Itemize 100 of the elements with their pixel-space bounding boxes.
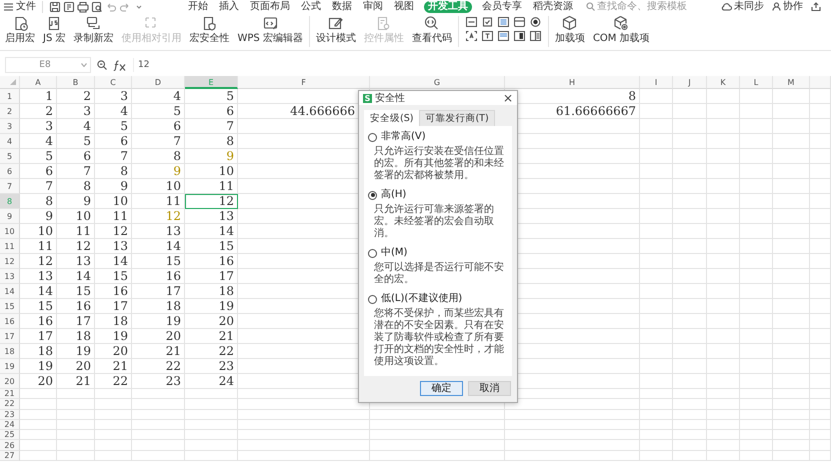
empty-cell[interactable] [673,149,707,164]
table-cell[interactable]: 5 [185,89,238,104]
column-header[interactable] [810,76,831,89]
share-icon[interactable] [811,2,821,11]
empty-cell[interactable] [640,359,673,374]
empty-cell[interactable] [673,269,707,284]
row-header[interactable]: 12 [0,254,20,269]
empty-cell[interactable] [810,314,831,329]
ok-button[interactable]: 确定 [420,381,463,396]
empty-cell[interactable] [57,450,95,462]
empty-cell[interactable] [740,314,773,329]
row-header[interactable]: 4 [0,134,20,149]
empty-cell[interactable] [95,410,132,420]
text-box-icon[interactable] [482,31,493,41]
empty-cell[interactable] [707,194,740,209]
empty-cell[interactable] [773,164,810,179]
empty-cell[interactable] [740,134,773,149]
ribbon-button[interactable]: 启用宏 [2,14,38,46]
empty-cell[interactable] [57,399,95,410]
print-icon[interactable] [77,0,89,12]
table-cell[interactable]: 16 [20,314,57,329]
empty-cell[interactable] [810,344,831,359]
empty-cell[interactable] [740,179,773,194]
empty-cell[interactable] [773,410,810,420]
empty-cell[interactable] [740,164,773,179]
column-header[interactable]: M [773,76,810,89]
table-cell[interactable]: 12 [95,224,132,239]
table-cell[interactable]: 8 [185,134,238,149]
table-cell[interactable]: 8 [20,194,57,209]
empty-cell[interactable] [505,440,640,451]
table-cell[interactable]: 10 [132,179,185,194]
empty-cell[interactable] [707,314,740,329]
table-cell[interactable]: 10 [20,224,57,239]
search-field[interactable]: 查找命令、搜索模板 [586,0,698,12]
empty-cell[interactable] [95,440,132,451]
empty-cell[interactable] [640,254,673,269]
empty-cell[interactable] [95,399,132,410]
radio-option[interactable]: 高(H) [368,189,508,201]
empty-cell[interactable] [370,410,505,420]
table-cell[interactable]: 10 [185,164,238,179]
table-cell[interactable]: 23 [185,359,238,374]
empty-cell[interactable] [185,399,238,410]
table-cell[interactable]: 9 [57,194,95,209]
empty-cell[interactable] [238,410,370,420]
empty-cell[interactable] [810,359,831,374]
empty-cell[interactable] [773,89,810,104]
empty-cell[interactable] [640,450,673,462]
empty-cell[interactable] [707,329,740,344]
empty-cell[interactable] [673,164,707,179]
table-cell[interactable]: 5 [20,149,57,164]
table-cell[interactable]: 14 [95,254,132,269]
empty-cell[interactable] [640,164,673,179]
table-cell[interactable]: 19 [132,314,185,329]
empty-cell[interactable] [640,299,673,314]
table-cell[interactable]: 21 [132,344,185,359]
table-cell[interactable]: 13 [132,224,185,239]
empty-cell[interactable] [707,209,740,224]
empty-cell[interactable] [740,239,773,254]
empty-cell[interactable] [740,389,773,400]
empty-cell[interactable] [773,420,810,430]
empty-cell[interactable] [707,89,740,104]
empty-cell[interactable] [773,269,810,284]
table-cell[interactable]: 11 [95,209,132,224]
empty-cell[interactable] [640,119,673,134]
ribbon-tab[interactable]: 会员专享 [481,0,523,12]
empty-cell[interactable] [707,254,740,269]
table-cell[interactable]: 18 [132,299,185,314]
table-cell[interactable]: 18 [20,344,57,359]
row-header[interactable]: 10 [0,224,20,239]
row-header[interactable]: 6 [0,164,20,179]
column-header[interactable]: I [640,76,673,89]
table-cell[interactable]: 20 [95,344,132,359]
empty-cell[interactable] [810,440,831,451]
row-header[interactable]: 26 [0,440,20,451]
empty-cell[interactable] [707,410,740,420]
label-icon[interactable] [466,31,477,41]
empty-cell[interactable] [773,344,810,359]
empty-cell[interactable] [505,430,640,440]
table-cell[interactable]: 4 [20,134,57,149]
empty-cell[interactable] [640,430,673,440]
table-cell[interactable]: 17 [95,299,132,314]
empty-cell[interactable] [707,149,740,164]
empty-cell[interactable] [707,284,740,299]
empty-cell[interactable] [740,269,773,284]
close-button[interactable]: × [502,92,513,104]
empty-cell[interactable] [773,224,810,239]
row-header[interactable]: 18 [0,344,20,359]
table-cell[interactable]: 14 [57,269,95,284]
empty-cell[interactable] [640,389,673,400]
empty-cell[interactable] [740,119,773,134]
text-field-icon[interactable] [466,17,477,27]
empty-cell[interactable] [810,374,831,389]
empty-cell[interactable] [810,299,831,314]
table-cell[interactable]: 14 [132,239,185,254]
empty-cell[interactable] [640,134,673,149]
column-header[interactable]: C [95,76,132,89]
empty-cell[interactable] [707,359,740,374]
table-cell[interactable]: 5 [132,104,185,119]
column-header[interactable]: K [707,76,740,89]
empty-cell[interactable] [740,209,773,224]
